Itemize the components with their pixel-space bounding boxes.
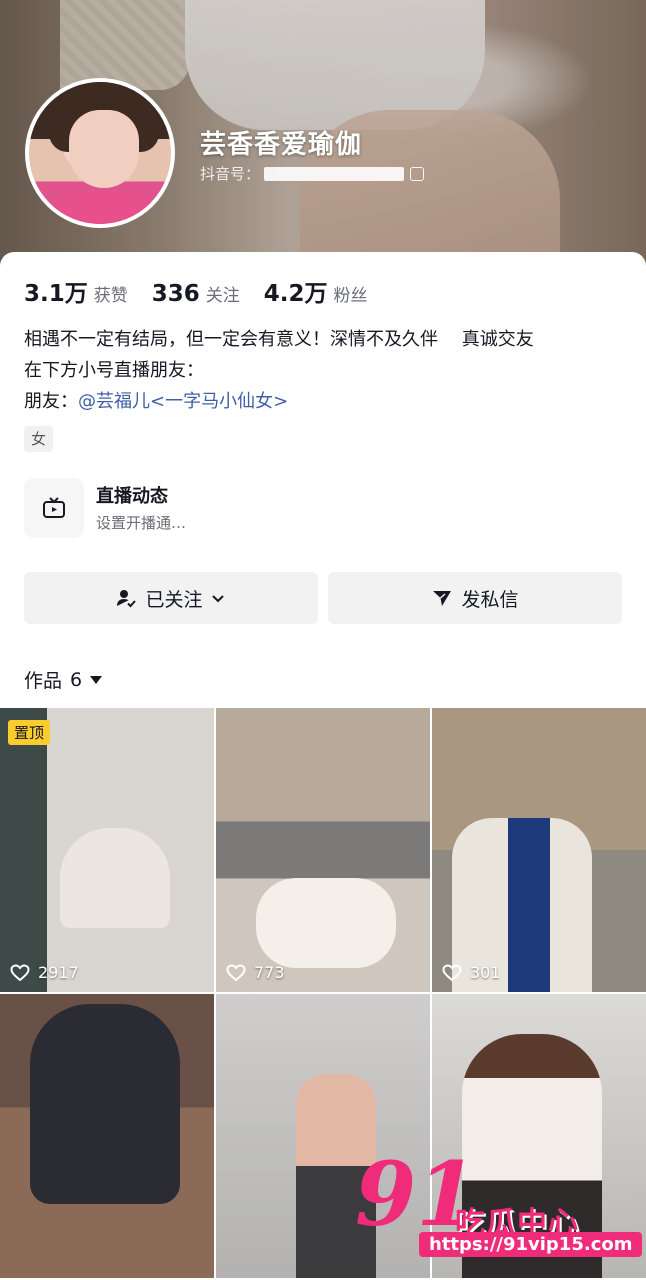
user-check-icon — [117, 590, 137, 608]
likes-count: 773 — [226, 963, 285, 982]
works-label: 作品 — [24, 670, 63, 692]
stat-likes-label: 获赞 — [93, 286, 128, 306]
caret-down-icon — [90, 675, 103, 684]
heart-icon — [442, 963, 462, 981]
send-icon — [433, 591, 452, 606]
stat-following[interactable]: 336 关注 — [152, 281, 240, 307]
stat-fans[interactable]: 4.2万 粉丝 — [264, 274, 368, 308]
watermark-url: https://91vip15.com — [419, 1232, 643, 1257]
stat-following-label: 关注 — [205, 286, 240, 306]
likes-count: 301 — [442, 963, 501, 982]
live-activity-title: 直播动态 — [96, 486, 168, 507]
bio-line-2: 在下方小号直播朋友： — [24, 360, 204, 381]
send-message-label: 发私信 — [461, 588, 519, 611]
works-tab[interactable]: 作品 6 — [24, 666, 103, 693]
watermark-logo: 91 吃瓜中心 https://91vip15.com — [355, 1150, 646, 1270]
nickname: 芸香香爱瑜伽 — [200, 130, 363, 160]
bio: 相遇不一定有结局，但一定会有意义！深情不及久伴 真诚交友 在下方小号直播朋友： … — [24, 324, 624, 417]
avatar[interactable] — [25, 78, 175, 228]
stat-likes-value: 3.1万 — [24, 281, 88, 307]
stat-following-value: 336 — [151, 281, 200, 307]
douyin-id-redacted — [264, 166, 405, 181]
copy-icon[interactable] — [410, 166, 425, 181]
video-tile[interactable]: 301 — [432, 708, 646, 992]
stat-fans-value: 4.2万 — [263, 281, 328, 307]
live-activity[interactable]: 直播动态 设置开播通… — [24, 472, 624, 548]
douyin-id[interactable]: 抖音号： — [200, 163, 425, 184]
profile-card: 3.1万 获赞 336 关注 4.2万 粉丝 相遇不一定有结局，但一定会有意义！… — [0, 252, 646, 1280]
bio-line-3-prefix: 朋友： — [24, 391, 78, 412]
douyin-id-label: 抖音号： — [200, 165, 261, 183]
video-tile[interactable] — [0, 994, 214, 1278]
stat-likes: 3.1万 获赞 — [24, 274, 128, 308]
heart-icon — [226, 963, 246, 981]
gender-tag: 女 — [24, 426, 54, 452]
live-activity-subtitle: 设置开播通… — [96, 514, 187, 532]
stats-row: 3.1万 获赞 336 关注 4.2万 粉丝 — [24, 274, 392, 308]
bio-line-3: 朋友：@芸福儿<一字马小仙女> — [24, 386, 624, 417]
followed-button[interactable]: 已关注 — [24, 572, 318, 624]
tv-icon — [24, 478, 84, 538]
bio-mention-link[interactable]: @芸福儿<一字马小仙女> — [78, 391, 288, 412]
heart-icon — [10, 963, 30, 981]
stat-fans-label: 粉丝 — [333, 286, 368, 306]
video-tile[interactable]: 置顶 2917 — [0, 708, 214, 992]
works-count: 6 — [70, 668, 83, 691]
bio-line-1: 相遇不一定有结局，但一定会有意义！深情不及久伴 真诚交友 — [24, 329, 534, 350]
followed-button-label: 已关注 — [145, 588, 203, 611]
chevron-down-icon — [211, 595, 224, 603]
pinned-badge: 置顶 — [8, 720, 51, 745]
likes-count: 2917 — [10, 963, 79, 982]
video-tile[interactable]: 773 — [216, 708, 430, 992]
send-message-button[interactable]: 发私信 — [328, 572, 622, 624]
